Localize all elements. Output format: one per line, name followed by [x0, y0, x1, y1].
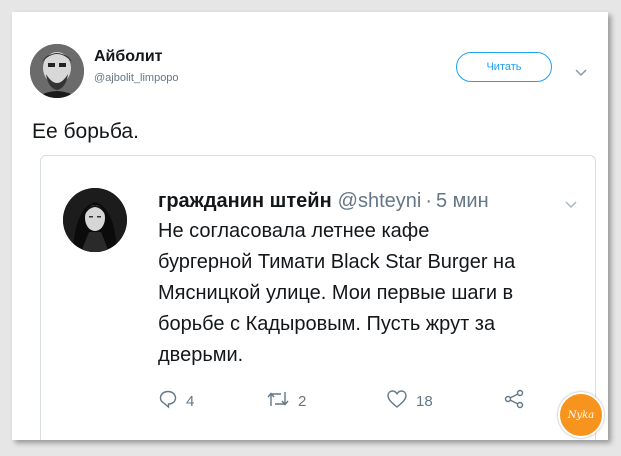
- tweet-card: Айболит @ajbolit_limpopo Читать Ее борьб…: [12, 12, 608, 440]
- author-name[interactable]: Айболит: [94, 48, 162, 66]
- like-icon: [386, 389, 408, 414]
- quote-timestamp[interactable]: 5 мин: [436, 190, 489, 212]
- like-button[interactable]: 18: [386, 389, 433, 414]
- quote-text: Не согласовала летнее кафе бургерной Тим…: [158, 216, 588, 371]
- quote-header: гражданин штейн @shteyni · 5 мин: [158, 190, 489, 213]
- quote-text-line: Не согласовала летнее кафе: [158, 220, 430, 242]
- follow-button[interactable]: Читать: [456, 52, 552, 82]
- chevron-down-icon[interactable]: [565, 196, 577, 214]
- quote-text-line: борьбе с Кадыровым. Пусть жрут за: [158, 313, 496, 335]
- retweet-button[interactable]: 2: [266, 390, 306, 412]
- retweet-count: 2: [298, 392, 307, 410]
- retweet-icon: [266, 389, 290, 414]
- quoted-tweet[interactable]: гражданин штейн @shteyni · 5 мин Не согласо…: [40, 155, 596, 440]
- author-avatar[interactable]: [30, 44, 84, 98]
- quote-author-handle[interactable]: @shteyni: [338, 190, 422, 212]
- quote-text-line: дверьми.: [158, 344, 244, 366]
- like-count: 18: [416, 392, 433, 410]
- quote-author-avatar[interactable]: [63, 188, 127, 252]
- reply-icon: [158, 389, 178, 414]
- reply-count: 4: [186, 392, 195, 410]
- share-icon: [503, 389, 525, 414]
- quote-author-name[interactable]: гражданин штейн: [158, 190, 332, 212]
- chevron-down-icon[interactable]: [575, 64, 587, 82]
- watermark-logo: Nyka: [558, 392, 604, 438]
- quote-text-line: Мясницкой улице. Мои первые шаги в: [158, 282, 514, 304]
- separator-dot: ·: [425, 190, 432, 212]
- share-button[interactable]: [503, 389, 525, 414]
- quote-text-line: бургерной Тимати Black Star Burger на: [158, 251, 516, 273]
- tweet-text: Ее борьба.: [32, 120, 139, 143]
- author-handle[interactable]: @ajbolit_limpopo: [94, 72, 179, 84]
- reply-button[interactable]: 4: [158, 390, 194, 412]
